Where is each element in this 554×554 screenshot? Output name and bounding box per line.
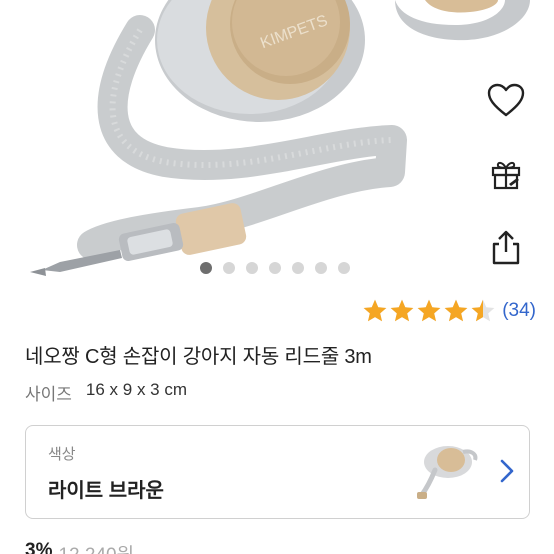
share-icon <box>492 230 520 265</box>
pagination-dot[interactable] <box>269 262 281 274</box>
pagination-dot[interactable] <box>292 262 304 274</box>
original-price: 12,240원 <box>58 540 134 554</box>
gift-icon <box>491 161 521 190</box>
star-rating <box>362 298 496 324</box>
star-icon <box>417 299 441 322</box>
star-icon <box>444 299 468 322</box>
review-count[interactable]: (34) <box>502 300 536 322</box>
discount-rate: 3% <box>25 540 53 554</box>
pagination-dot[interactable] <box>315 262 327 274</box>
rating[interactable]: (34) <box>362 298 536 324</box>
pagination-dot[interactable] <box>223 262 235 274</box>
price-row: 3% 12,240원 <box>25 540 134 554</box>
product-image[interactable]: KIMPETS <box>0 0 554 290</box>
share-button[interactable] <box>484 226 528 270</box>
wishlist-button[interactable] <box>484 78 528 122</box>
star-icon <box>390 299 414 322</box>
heart-icon <box>487 83 525 117</box>
leash-illustration: KIMPETS <box>30 0 530 276</box>
star-icon <box>471 299 495 322</box>
side-actions <box>484 78 528 300</box>
option-thumbnail <box>417 446 478 499</box>
gift-button[interactable] <box>484 152 528 196</box>
color-option-selector[interactable]: 색상 라이트 브라운 <box>25 425 530 519</box>
size-value: 16 x 9 x 3 cm <box>85 380 188 399</box>
option-label: 색상 <box>48 446 76 463</box>
star-icon <box>363 299 387 322</box>
size-row: 사이즈 16 x 9 x 3 cm <box>25 380 187 405</box>
pagination-dot[interactable] <box>246 262 258 274</box>
option-value: 라이트 브라운 <box>48 480 164 502</box>
product-title: 네오짱 C형 손잡이 강아지 자동 리드줄 3m <box>25 346 372 368</box>
gallery-pagination <box>200 262 350 274</box>
size-label: 사이즈 <box>25 385 72 404</box>
pagination-dot[interactable] <box>200 262 212 274</box>
chevron-right-icon <box>500 459 514 483</box>
pagination-dot[interactable] <box>338 262 350 274</box>
